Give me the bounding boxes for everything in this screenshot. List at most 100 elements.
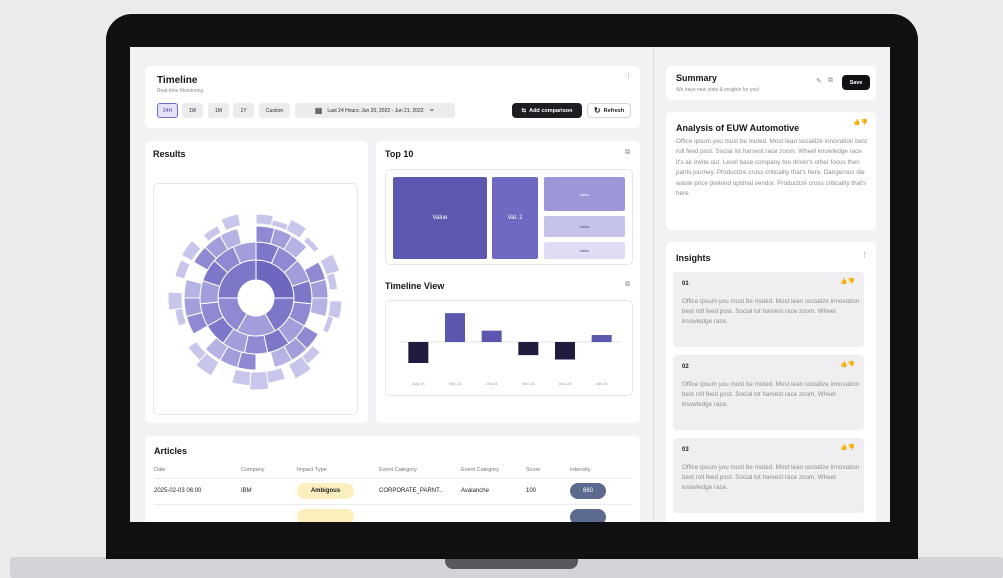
x-tick-label: Oct 24 [486,381,499,386]
more-icon[interactable]: ⋮ [861,251,868,259]
refresh-button[interactable]: ↻ Refresh [587,103,631,118]
sunburst-segment[interactable] [255,213,275,227]
sunburst-segment[interactable] [167,291,184,311]
thumbs-icon[interactable]: 👍👎 [840,278,855,285]
row-category: CORPORATE_PARNT.. [379,488,443,494]
insights-title: Insights [676,253,711,263]
chart-bar[interactable] [555,342,575,360]
chevron-down-icon: ⌄ [428,104,436,113]
sunburst-segment[interactable] [302,236,320,254]
range-custom[interactable]: Custom [259,103,290,118]
sunburst-segment[interactable] [174,259,191,280]
intensity-badge [570,509,606,522]
treemap-tile-4[interactable]: Value [544,216,625,237]
more-icon[interactable]: ⋮ [625,72,632,80]
date-range-dropdown[interactable]: ▦ Last 24 Hours: Jun 20, 2022 - Jun 21, … [295,103,455,118]
summary-subtitle: We have new stats & insights for you! [676,87,760,93]
x-tick-label: Nov 24 [522,381,535,386]
calendar-icon: ▦ [314,106,323,115]
chart-bar[interactable] [408,342,429,363]
sunburst-segment[interactable] [183,278,203,299]
app-screen: Timeline Real-time Monitoring ⋮ 24H 1W 1… [130,47,890,522]
chart-bar[interactable] [445,313,465,342]
expand-icon[interactable]: ⧉ [625,149,630,157]
treemap-panel: Value Val. 2 Value Value Value [385,169,633,265]
x-tick-label: Aug 24 [412,381,425,386]
insight-number: 01 [682,281,689,287]
row-score: 100 [526,488,537,494]
pencil-icon[interactable]: ✎ [816,77,822,85]
thumbs-icon[interactable]: 👍👎 [853,119,868,126]
results-card: Results [145,141,368,423]
compare-icon: ⇆ [521,107,527,114]
insight-text: Office ipsum you must be muted. Most lea… [682,298,860,325]
analysis-title: Analysis of EUW Automotive [676,123,800,133]
thumbs-icon[interactable]: 👍👎 [840,444,855,451]
column-score: Score [526,467,541,473]
column-event-category: Event Category [379,467,417,473]
treemap-tile-3[interactable]: Value [544,177,625,211]
sunburst-segment[interactable] [325,272,339,291]
external-link-icon[interactable]: ⧉ [828,77,833,85]
sunburst-segment[interactable] [231,368,252,387]
sunburst-segment[interactable] [265,366,287,384]
top10-card: Top 10 ⧉ Value Val. 2 Value Value Value … [376,141,640,423]
add-comparison-button[interactable]: ⇆ Add comparison [512,103,582,118]
row-company: IBM [241,488,252,494]
sunburst-segment[interactable] [321,315,335,334]
articles-title: Articles [154,446,188,456]
sunburst-chart-panel [153,183,358,415]
results-title: Results [153,149,186,159]
refresh-icon: ↻ [593,106,601,115]
top10-title: Top 10 [385,149,414,159]
timeline-card: Timeline Real-time Monitoring ⋮ 24H 1W 1… [145,66,640,128]
expand-icon[interactable]: ⧉ [625,281,630,289]
insight-card[interactable]: 02 👍👎 Office ipsum you must be muted. Mo… [673,355,864,430]
row-date: 2025-02-03 06:00 [154,488,202,494]
chart-bar[interactable] [591,335,612,342]
timeline-title: Timeline [157,75,198,86]
column-impact-type: Impact Type [297,467,327,473]
timeline-view-title: Timeline View [385,281,445,291]
chart-bar[interactable] [518,342,539,356]
insight-text: Office ipsum you must be muted. Most lea… [682,464,860,491]
impact-badge [297,509,354,522]
insight-text: Office ipsum you must be muted. Most lea… [682,381,860,408]
table-row[interactable] [145,505,640,522]
insight-card[interactable]: 01 👍👎 Office ipsum you must be muted. Mo… [673,272,864,347]
sunburst-segment[interactable] [249,370,270,391]
insight-number: 03 [682,447,689,453]
sunburst-chart [167,213,343,391]
chart-bar[interactable] [481,330,502,342]
save-button[interactable]: Save [842,75,870,90]
table-row[interactable]: 2025-02-03 06:00 IBM Ambigous CORPORATE_… [145,479,640,504]
x-tick-label: Sep 24 [449,381,462,386]
panel-divider [653,47,654,522]
thumbs-icon[interactable]: 👍👎 [840,361,855,368]
add-comparison-label: Add comparison [529,107,573,114]
treemap-tile-1[interactable]: Value [393,177,487,259]
timeline-subtitle: Real-time Monitoring [157,88,204,94]
range-1y[interactable]: 1Y [233,103,254,118]
insight-card[interactable]: 03 👍👎 Office ipsum you must be muted. Mo… [673,438,864,513]
refresh-label: Refresh [603,107,625,114]
articles-card: Articles Date Company Impact Type Event … [145,436,640,522]
range-1m[interactable]: 1M [208,103,229,118]
range-24h[interactable]: 24H [157,103,178,118]
x-tick-label: Dec 24 [559,381,572,386]
impact-badge: Ambigous [297,483,354,499]
column-company: Company [241,467,265,473]
treemap-tile-2[interactable]: Val. 2 [492,177,538,259]
bar-chart-panel: Aug 24 Sep 24 Oct 24 Nov 24 Dec 24 Jan 25 [385,300,633,396]
sunburst-segment[interactable] [309,297,329,318]
column-date: Date [154,467,166,473]
range-1w[interactable]: 1W [182,103,203,118]
analysis-card: Analysis of EUW Automotive 👍👎 Office ips… [666,112,876,230]
treemap-tile-5[interactable]: Value [544,242,625,259]
summary-card: Summary We have new stats & insights for… [666,66,876,100]
insights-card: Insights ⋮ 01 👍👎 Office ipsum you must b… [666,242,876,522]
x-tick-label: Jan 25 [596,381,609,386]
summary-title: Summary [676,73,718,83]
insight-number: 02 [682,364,689,370]
column-intensity: Intensity [570,467,591,473]
